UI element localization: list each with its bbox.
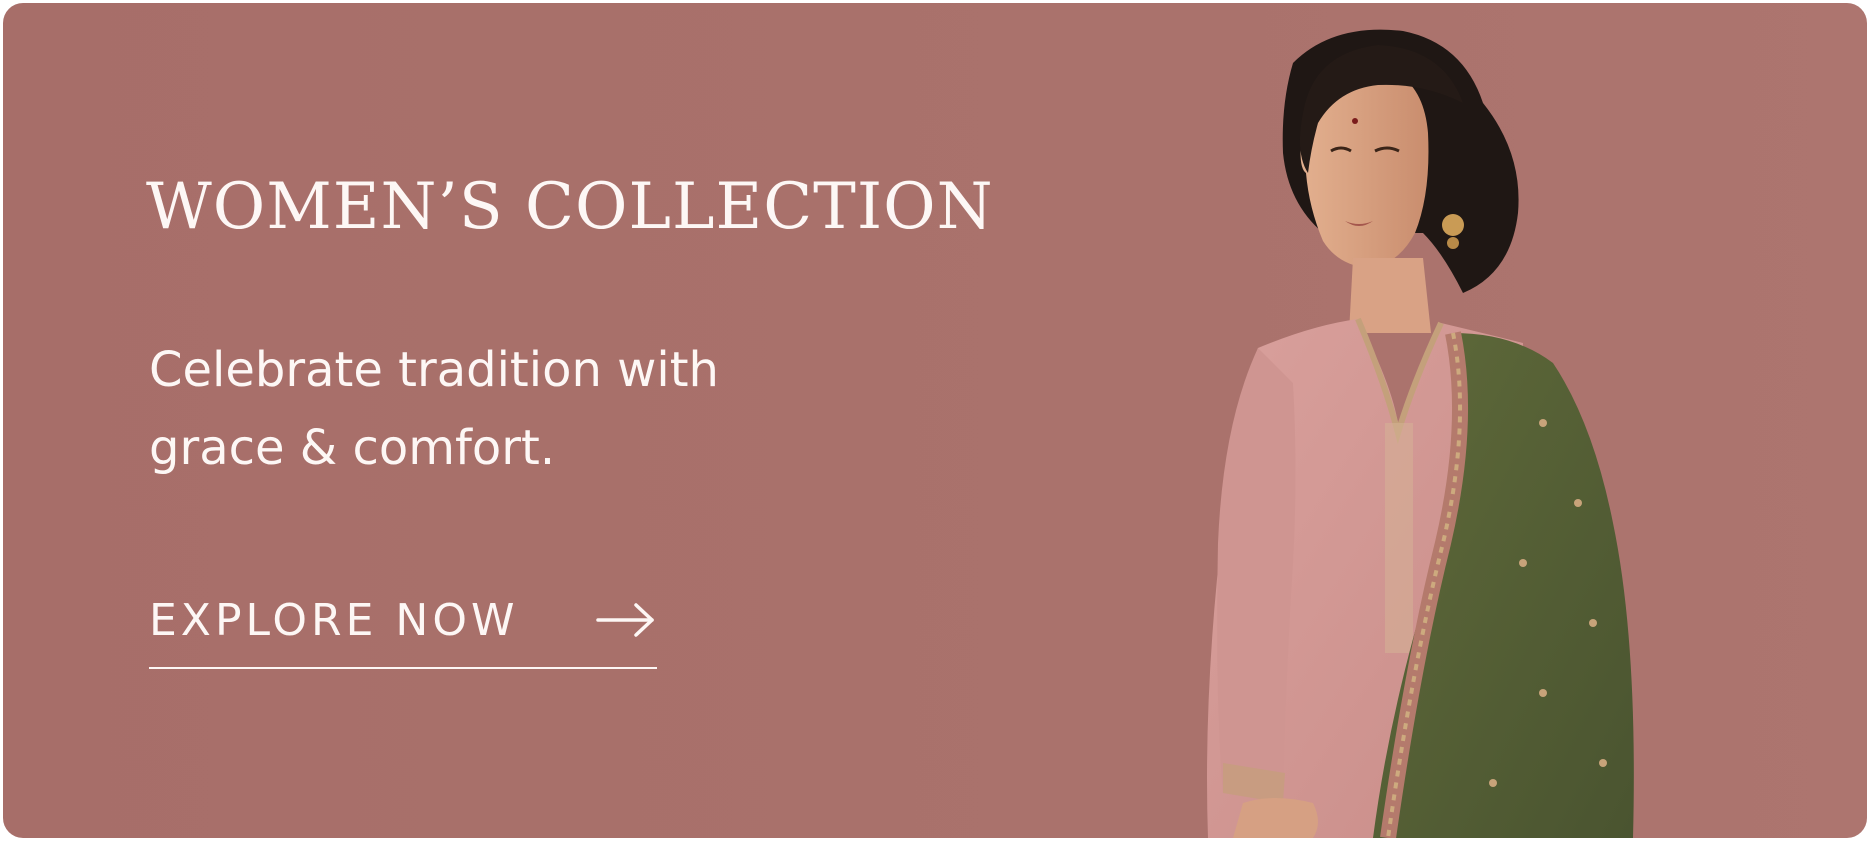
banner-title: WOMEN’S COLLECTION [146,170,994,244]
banner-content: WOMEN’S COLLECTION Celebrate tradition w… [146,3,1046,838]
model-image [1207,29,1634,838]
banner-subtitle: Celebrate tradition with grace & comfort… [149,331,869,487]
explore-now-underline [149,667,657,669]
explore-now-label: EXPLORE NOW [149,595,519,646]
hero-banner: WOMEN’S COLLECTION Celebrate tradition w… [3,3,1867,838]
arrow-right-icon [596,603,654,637]
subtitle-line-1: Celebrate tradition with [149,342,719,398]
explore-now-button[interactable]: EXPLORE NOW [149,593,657,671]
subtitle-line-2: grace & comfort. [149,420,556,476]
